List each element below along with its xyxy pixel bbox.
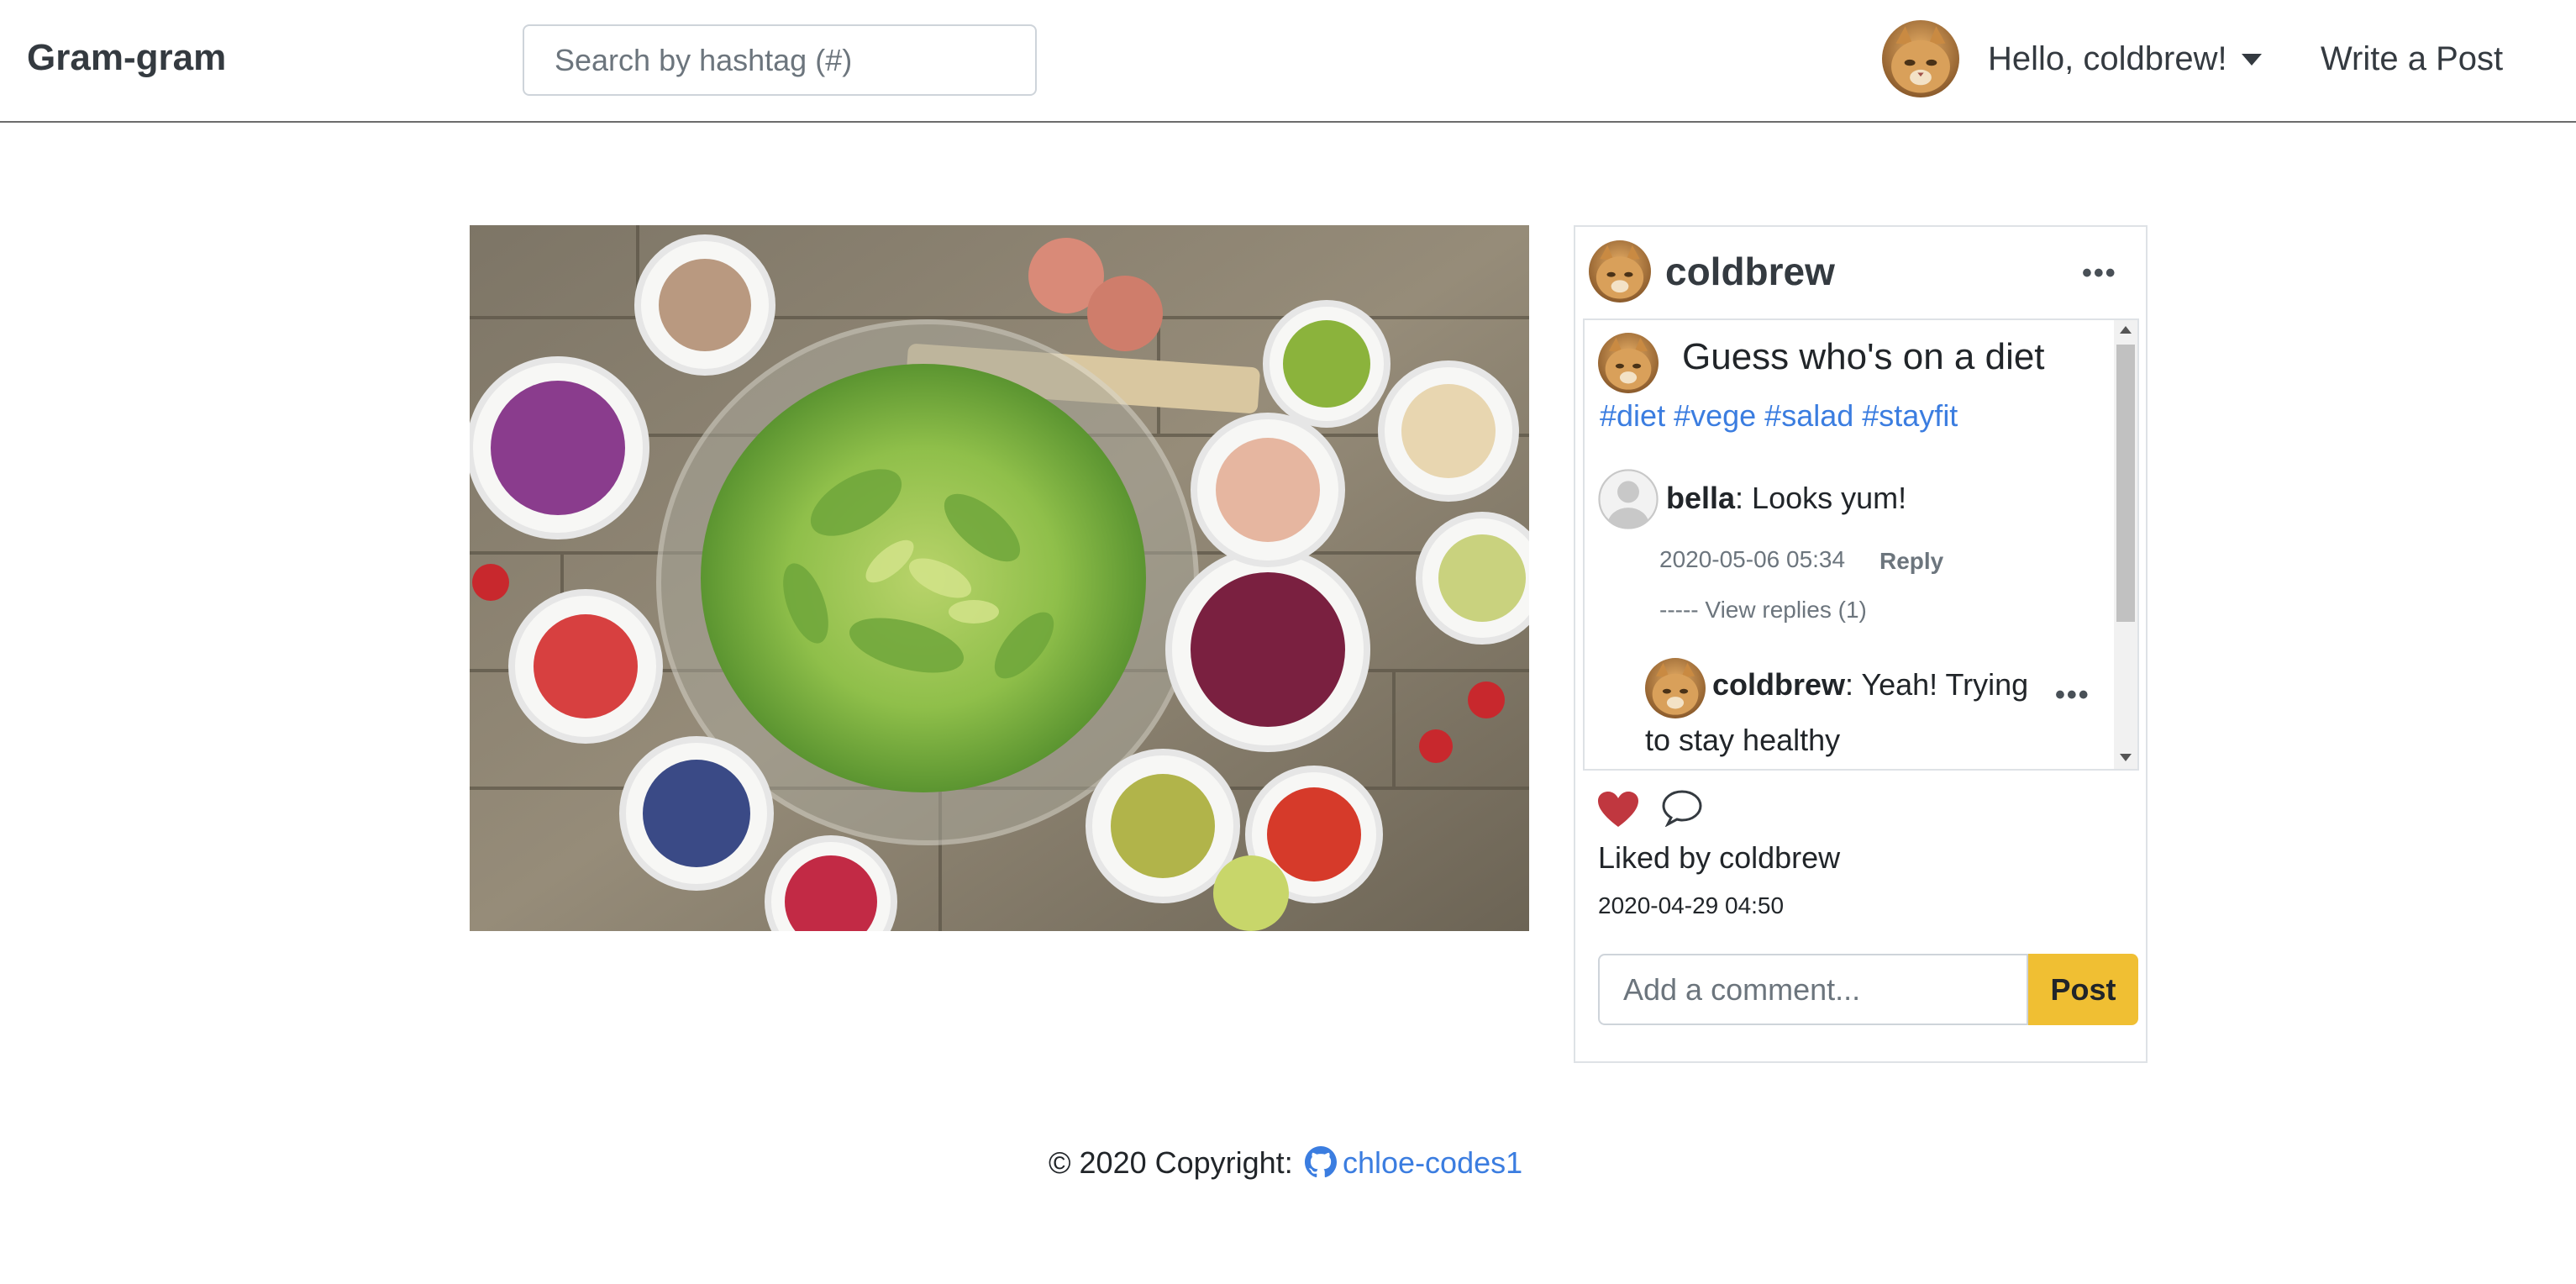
scrollbar-thumb[interactable] [2116,345,2135,622]
caption-avatar-icon[interactable] [1598,333,1659,393]
comment-body: : Looks yum! [1735,481,1907,515]
hashtag-link[interactable]: #vege [1674,398,1756,433]
scroll-down-arrow-icon[interactable] [2120,754,2132,761]
default-user-avatar-icon[interactable] [1598,469,1659,529]
post-caption: Guess who's on a diet [1682,336,2045,377]
comment-input[interactable] [1598,954,2028,1025]
author-avatar-icon[interactable] [1589,240,1651,303]
liked-by-text[interactable]: Liked by coldbrew [1598,840,1840,876]
footer-copyright: © 2020 Copyright: [1049,1145,1293,1180]
reply-more-options-icon[interactable]: ••• [2055,679,2090,712]
reply-button[interactable]: Reply [1879,548,1943,575]
reply-author[interactable]: coldbrew [1712,667,1845,702]
comment-timestamp: 2020-05-06 05:34 [1659,546,1846,572]
heart-icon[interactable] [1596,790,1640,829]
post-image [470,225,1529,931]
hashtag-link[interactable]: #stayfit [1862,398,1958,433]
search-input[interactable] [523,24,1037,96]
post-comment-button[interactable]: Post [2028,954,2138,1025]
comment-bubble-icon[interactable] [1660,788,1704,827]
reply-item: coldbrew: Yeah! Trying to stay healthy [1645,657,2040,768]
navbar: Gram-gram Hello, coldbrew! Write a Post [0,0,2576,123]
github-icon[interactable] [1305,1146,1337,1178]
more-options-icon[interactable]: ••• [2082,257,2117,290]
comment-author[interactable]: bella [1666,481,1735,515]
post-author-name[interactable]: coldbrew [1665,249,1835,294]
view-replies-link[interactable]: ----- View replies (1) [1659,597,1867,624]
github-profile-link[interactable]: chloe-codes1 [1343,1145,1522,1181]
write-post-link[interactable]: Write a Post [2321,40,2503,78]
post-date: 2020-04-29 04:50 [1598,892,1785,918]
hashtag-link[interactable]: #salad [1764,398,1853,433]
brand-logo[interactable]: Gram-gram [27,37,226,79]
caret-down-icon[interactable] [2242,54,2262,66]
comment-item: bella: Looks yum! [1666,471,1906,526]
user-menu-toggle[interactable]: Hello, coldbrew! [1988,40,2227,78]
hashtag-list: #diet #vege #salad #stayfit [1600,398,1966,434]
scroll-up-arrow-icon[interactable] [2120,326,2132,334]
hashtag-link[interactable]: #diet [1600,398,1665,433]
user-avatar-icon[interactable] [1882,20,1959,97]
